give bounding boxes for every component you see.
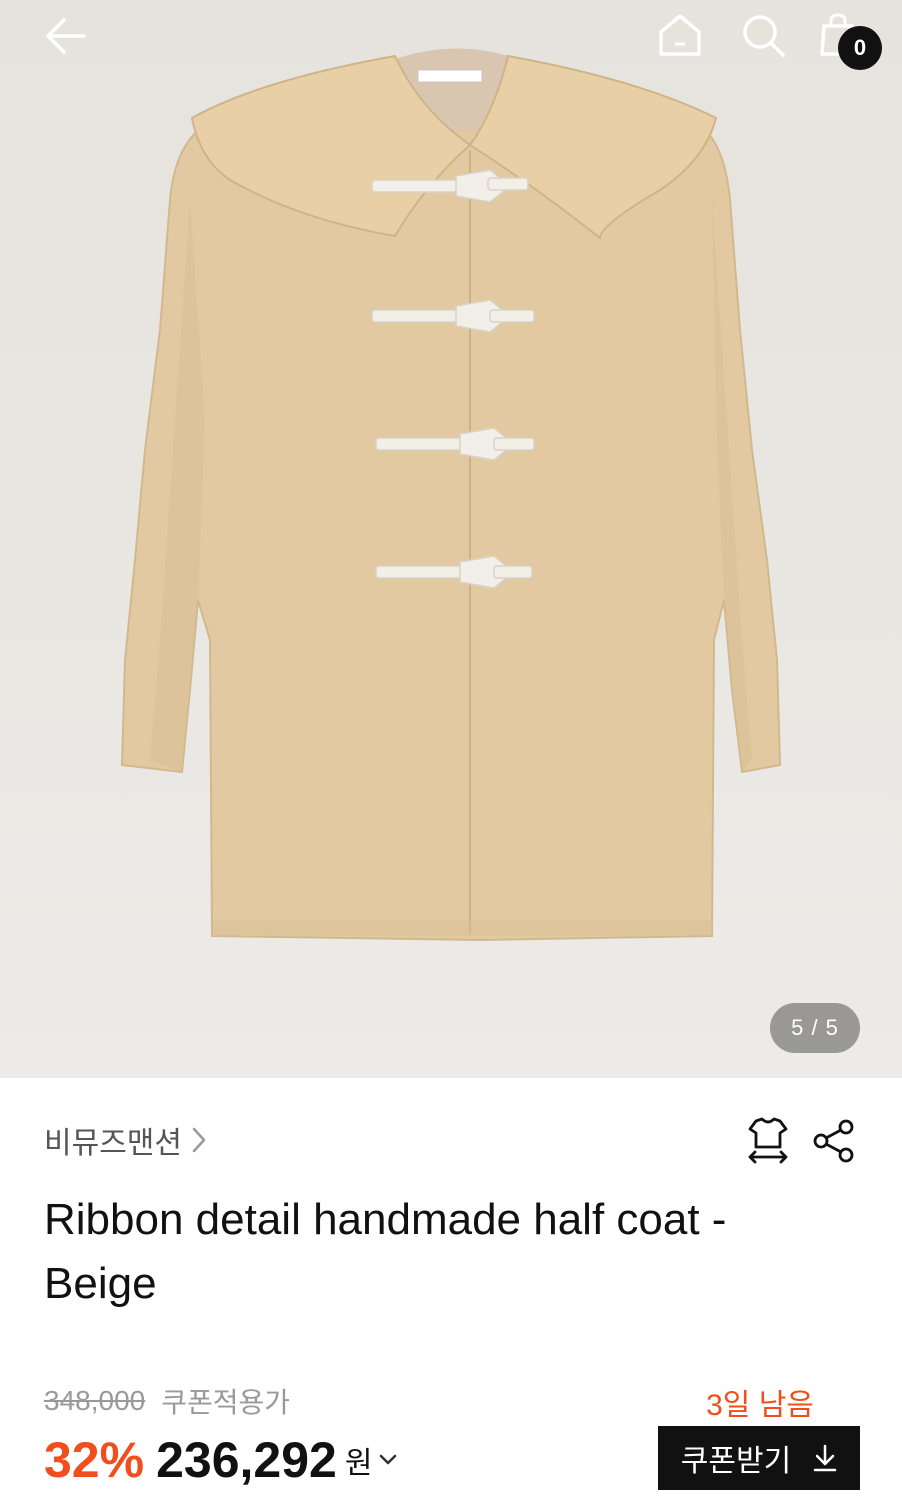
discount-rate: 32% (44, 1432, 145, 1488)
product-image-gallery[interactable]: 0 5 / 5 (0, 0, 902, 1078)
chevron-down-icon[interactable] (378, 1453, 398, 1467)
size-guide-icon[interactable] (746, 1115, 790, 1165)
product-photo-coat (120, 48, 782, 942)
download-icon (813, 1444, 837, 1472)
product-title: Ribbon detail handmade half coat - Beige (44, 1195, 727, 1308)
get-coupon-label: 쿠폰받기 (680, 1445, 792, 1478)
top-navigation-bar: 0 (0, 0, 902, 80)
currency-unit: 원 (344, 1447, 373, 1480)
image-page-counter: 5 / 5 (770, 1003, 860, 1053)
original-price: 348,000 (44, 1385, 146, 1416)
price-info-row: 348,000 쿠폰적용가 (44, 1381, 290, 1421)
cart-count-badge: 0 (838, 26, 882, 70)
brand-link[interactable]: 비뮤즈맨션 (44, 1118, 206, 1162)
get-coupon-button[interactable]: 쿠폰받기 (658, 1426, 860, 1490)
home-icon[interactable] (656, 12, 704, 58)
final-price-row: 32% 236,292 원 (44, 1428, 398, 1492)
share-icon[interactable] (812, 1119, 856, 1163)
coupon-days-left: 3일 남음 (706, 1389, 814, 1422)
brand-name: 비뮤즈맨션 (44, 1127, 182, 1160)
back-arrow-icon[interactable] (44, 14, 88, 58)
coupon-price-label: 쿠폰적용가 (161, 1387, 291, 1418)
chevron-right-icon (192, 1127, 206, 1153)
final-price: 236,292 (156, 1432, 337, 1488)
search-icon[interactable] (740, 12, 786, 58)
